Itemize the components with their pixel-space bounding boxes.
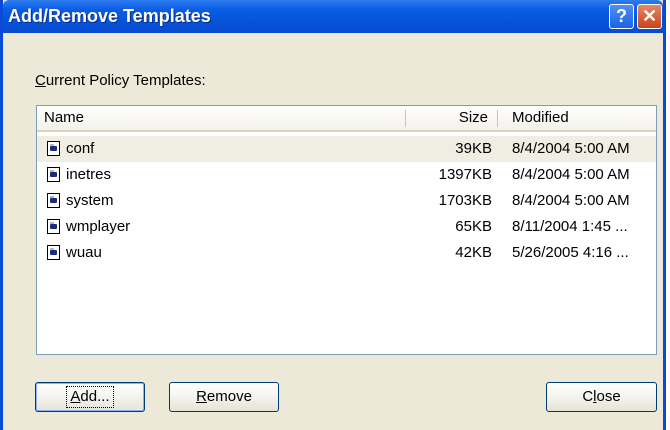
column-header-modified[interactable]: Modified bbox=[512, 106, 569, 130]
template-modified: 8/4/2004 5:00 AM bbox=[512, 166, 630, 183]
template-name: conf bbox=[66, 140, 95, 157]
title-bar[interactable]: Add/Remove Templates ? ✕ bbox=[3, 0, 663, 33]
templates-list-label: Current Policy Templates: bbox=[35, 72, 206, 89]
template-modified: 5/26/2005 4:16 ... bbox=[512, 244, 629, 261]
template-file-icon bbox=[47, 141, 60, 156]
template-size: 65KB bbox=[455, 218, 492, 235]
remove-mnemonic: R bbox=[196, 388, 207, 405]
add-button[interactable]: Add... bbox=[35, 382, 145, 412]
column-header-name[interactable]: Name bbox=[44, 106, 84, 130]
column-divider[interactable] bbox=[497, 110, 498, 127]
dialog-title: Add/Remove Templates bbox=[8, 6, 211, 26]
add-label: dd... bbox=[80, 388, 110, 405]
add-mnemonic: A bbox=[70, 388, 81, 405]
remove-label: emove bbox=[206, 388, 252, 405]
template-name: wmplayer bbox=[66, 218, 131, 235]
template-file-icon bbox=[47, 219, 60, 234]
template-name: wuau bbox=[66, 244, 102, 261]
template-row-wuau[interactable]: wuau 42KB 5/26/2005 4:16 ... bbox=[37, 240, 656, 266]
close-button[interactable]: Close bbox=[546, 382, 657, 412]
column-divider[interactable] bbox=[405, 110, 406, 127]
close-window-button[interactable]: ✕ bbox=[637, 4, 662, 29]
template-modified: 8/11/2004 1:45 ... bbox=[512, 218, 628, 235]
label-rest: urrent Policy Templates: bbox=[45, 72, 206, 89]
label-mnemonic: C bbox=[35, 72, 46, 89]
template-name: system bbox=[66, 192, 114, 209]
template-size: 39KB bbox=[455, 140, 492, 157]
list-header: Name Size Modified bbox=[37, 106, 656, 132]
template-row-wmplayer[interactable]: wmplayer 65KB 8/11/2004 1:45 ... bbox=[37, 214, 656, 240]
template-size: 1703KB bbox=[438, 192, 492, 209]
template-file-icon bbox=[47, 193, 60, 208]
template-file-icon bbox=[47, 245, 60, 260]
close-label-end: ose bbox=[596, 388, 621, 405]
remove-button[interactable]: Remove bbox=[169, 382, 279, 412]
template-file-icon bbox=[47, 167, 60, 182]
add-remove-templates-dialog: Add/Remove Templates ? ✕ Current Policy … bbox=[0, 0, 666, 430]
template-row-inetres[interactable]: inetres 1397KB 8/4/2004 5:00 AM bbox=[37, 162, 656, 188]
template-row-system[interactable]: system 1703KB 8/4/2004 5:00 AM bbox=[37, 188, 656, 214]
template-modified: 8/4/2004 5:00 AM bbox=[512, 140, 630, 157]
template-row-conf[interactable]: conf 39KB 8/4/2004 5:00 AM bbox=[37, 136, 656, 162]
templates-list[interactable]: Name Size Modified conf 39KB 8/4/2004 5:00… bbox=[36, 105, 657, 355]
template-name: inetres bbox=[66, 166, 112, 183]
template-size: 1397KB bbox=[438, 166, 492, 183]
template-size: 42KB bbox=[455, 244, 492, 261]
template-modified: 8/4/2004 5:00 AM bbox=[512, 192, 630, 209]
help-button[interactable]: ? bbox=[609, 4, 634, 29]
close-label-start: C bbox=[582, 388, 594, 405]
column-header-size[interactable]: Size bbox=[459, 106, 488, 130]
